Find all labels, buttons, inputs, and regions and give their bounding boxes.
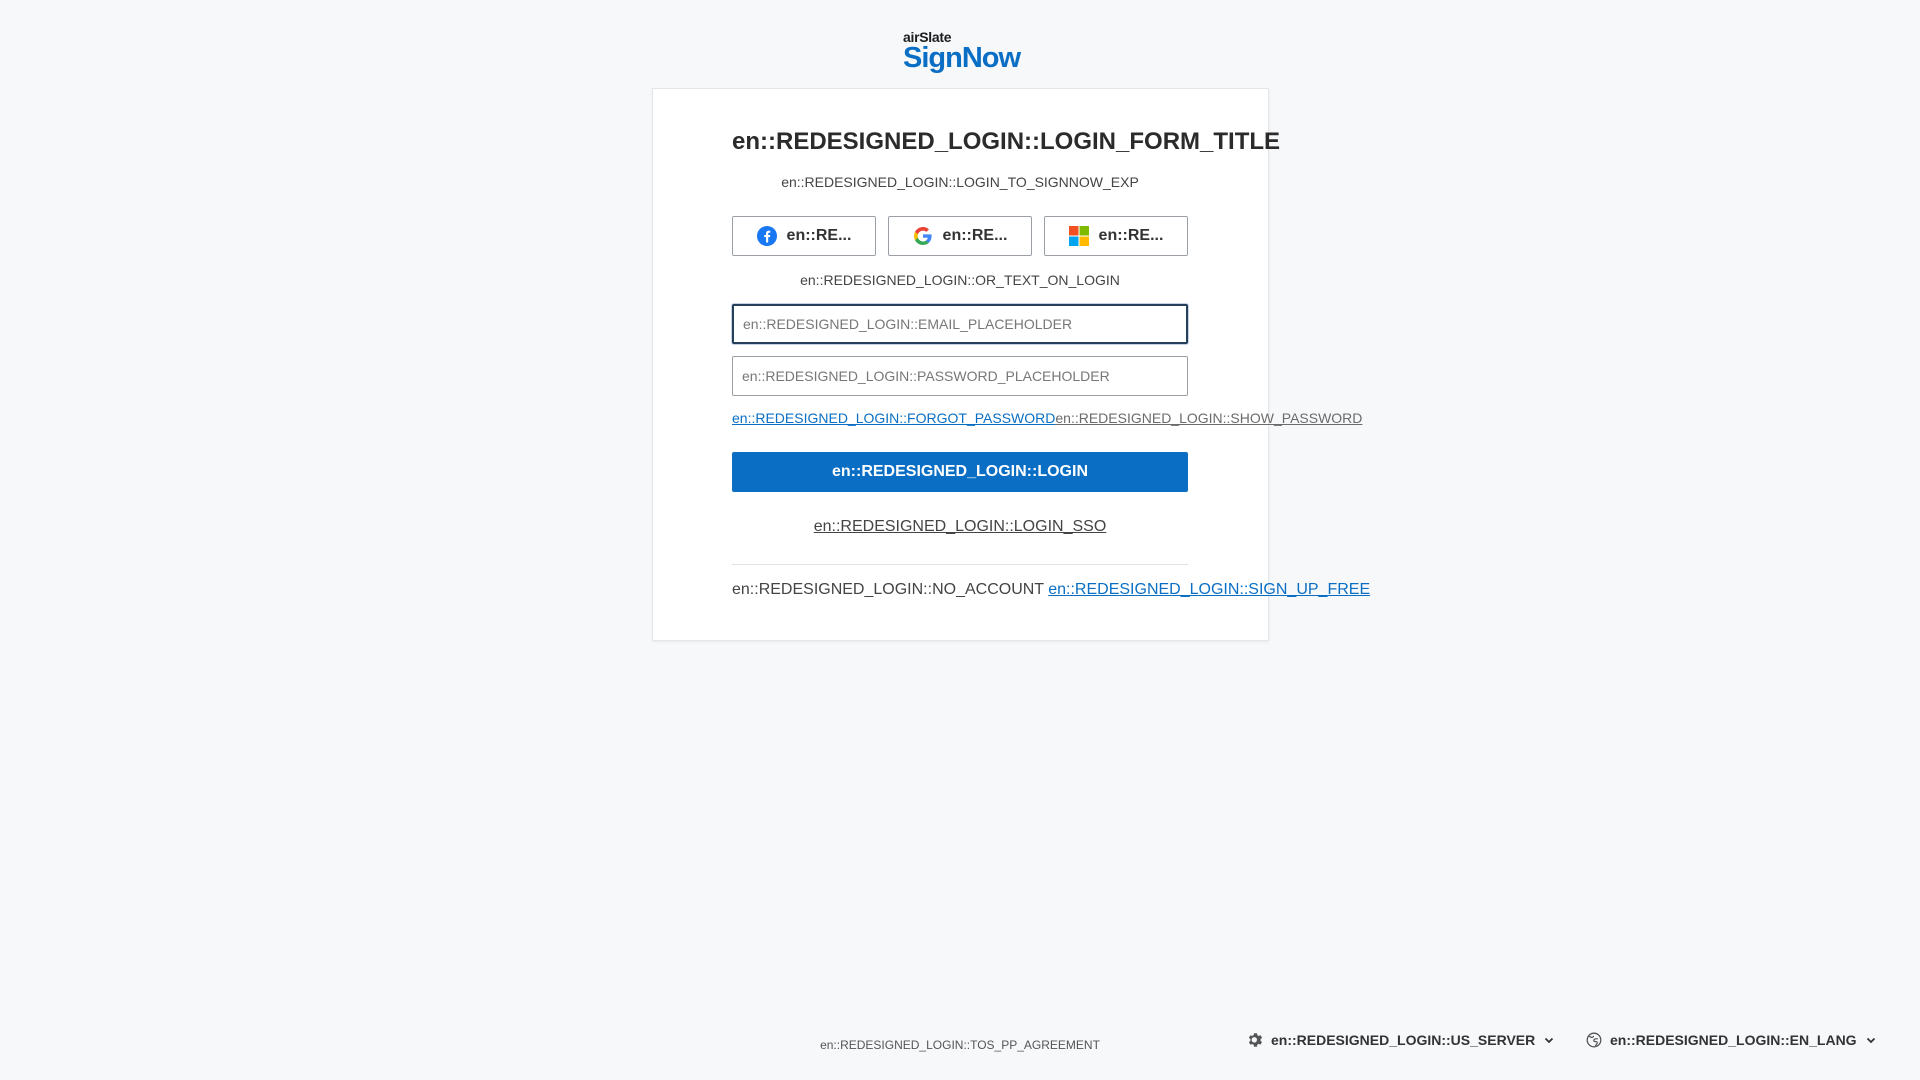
social-login-row: en::RE... en::RE... en::RE... — [732, 216, 1188, 256]
forgot-password-link[interactable]: en::REDESIGNED_LOGIN::FORGOT_PASSWORD — [732, 410, 1055, 426]
page-title: en::REDESIGNED_LOGIN::LOGIN_FORM_TITLE — [732, 128, 1281, 155]
show-password-link[interactable]: en::REDESIGNED_LOGIN::SHOW_PASSWORD — [1055, 410, 1362, 426]
globe-icon — [1586, 1032, 1602, 1048]
tos-agreement-text: en::REDESIGNED_LOGIN::TOS_PP_AGREEMENT — [820, 1038, 1100, 1052]
google-icon — [913, 227, 932, 245]
page-subtitle: en::REDESIGNED_LOGIN::LOGIN_TO_SIGNNOW_E… — [781, 174, 1139, 190]
server-label: en::REDESIGNED_LOGIN::US_SERVER — [1271, 1032, 1536, 1048]
login-button[interactable]: en::REDESIGNED_LOGIN::LOGIN — [732, 452, 1188, 492]
language-label: en::REDESIGNED_LOGIN::EN_LANG — [1610, 1032, 1857, 1048]
microsoft-login-button[interactable]: en::RE... — [1044, 216, 1188, 256]
logo-signnow-text: SignNow — [903, 42, 1021, 74]
microsoft-icon — [1068, 226, 1089, 246]
or-separator-text: en::REDESIGNED_LOGIN::OR_TEXT_ON_LOGIN — [800, 272, 1120, 288]
password-links-row: en::REDESIGNED_LOGIN::FORGOT_PASSWORDen:… — [732, 410, 1362, 426]
gear-icon — [1248, 1033, 1263, 1047]
no-account-text: en::REDESIGNED_LOGIN::NO_ACCOUNT — [732, 581, 1044, 598]
language-selector[interactable]: en::REDESIGNED_LOGIN::EN_LANG — [1586, 1030, 1877, 1050]
no-account-row: en::REDESIGNED_LOGIN::NO_ACCOUNT en::RED… — [732, 581, 1370, 599]
facebook-login-button[interactable]: en::RE... — [732, 216, 876, 256]
google-login-label: en::RE... — [942, 227, 1008, 244]
sign-up-link[interactable]: en::REDESIGNED_LOGIN::SIGN_UP_FREE — [1048, 581, 1370, 598]
facebook-icon — [756, 226, 777, 246]
server-selector[interactable]: en::REDESIGNED_LOGIN::US_SERVER — [1247, 1030, 1555, 1050]
chevron-down-icon — [1866, 1037, 1875, 1044]
login-sso-link[interactable]: en::REDESIGNED_LOGIN::LOGIN_SSO — [732, 518, 1188, 536]
form-divider — [732, 564, 1188, 565]
email-field[interactable] — [732, 304, 1188, 344]
signnow-logo[interactable]: airSlate SignNow — [903, 30, 1023, 74]
password-field[interactable] — [732, 356, 1188, 396]
chevron-down-icon — [1545, 1037, 1554, 1044]
google-login-button[interactable]: en::RE... — [888, 216, 1032, 256]
facebook-login-label: en::RE... — [786, 227, 852, 244]
microsoft-login-label: en::RE... — [1098, 227, 1164, 244]
